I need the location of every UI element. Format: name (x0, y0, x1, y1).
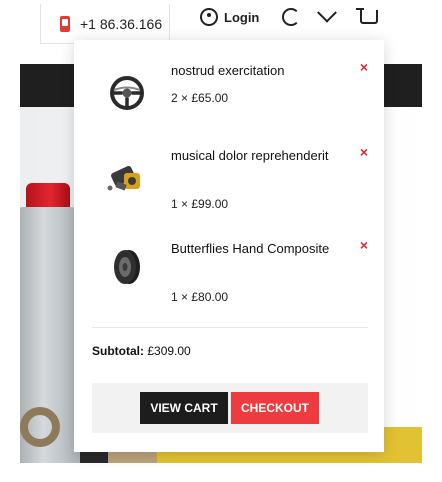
cart-item-price: 2 × £65.00 (171, 91, 229, 105)
compare-icon[interactable] (282, 8, 300, 26)
cart-item-name[interactable]: musical dolor reprehenderit (171, 145, 341, 166)
user-icon (200, 8, 218, 26)
cart-item: nostrud exercitation 2 × £65.00 × (92, 60, 368, 120)
subtotal-value: £309.00 (147, 344, 191, 358)
brake-caliper-icon[interactable] (102, 153, 152, 203)
remove-item-icon[interactable]: × (360, 238, 368, 252)
login-label: Login (224, 9, 260, 25)
phone-number: +1 86.36.166 (80, 15, 163, 32)
phone-icon (59, 15, 71, 32)
remove-item-icon[interactable]: × (360, 60, 368, 74)
cart-item-name[interactable]: nostrud exercitation (171, 60, 341, 81)
view-cart-button[interactable]: VIEW CART (140, 392, 228, 424)
cart-item-price: 1 × £80.00 (171, 290, 229, 304)
cart-item: musical dolor reprehenderit 1 × £99.00 × (92, 145, 368, 215)
cart-subtotal: Subtotal: £309.00 (92, 344, 191, 358)
cart-item-price: 1 × £99.00 (171, 197, 229, 211)
checkout-button[interactable]: CHECKOUT (231, 392, 319, 424)
mini-cart-dropdown: nostrud exercitation 2 × £65.00 × musica… (74, 40, 384, 452)
remove-item-icon[interactable]: × (360, 145, 368, 159)
subtotal-label: Subtotal: (92, 344, 144, 358)
phone-contact[interactable]: +1 86.36.166 (40, 4, 170, 44)
cart-item: Butterflies Hand Composite 1 × £80.00 × (92, 238, 368, 308)
bearing-image (20, 407, 60, 447)
tire-icon[interactable] (102, 242, 152, 292)
cart-divider (92, 327, 368, 328)
cart-icon[interactable] (356, 8, 378, 24)
cart-item-name[interactable]: Butterflies Hand Composite (171, 238, 341, 259)
login-link[interactable]: Login (200, 8, 259, 26)
steering-wheel-icon[interactable] (102, 68, 152, 118)
wishlist-icon[interactable] (317, 2, 337, 23)
cart-actions: VIEW CART CHECKOUT (92, 383, 368, 433)
